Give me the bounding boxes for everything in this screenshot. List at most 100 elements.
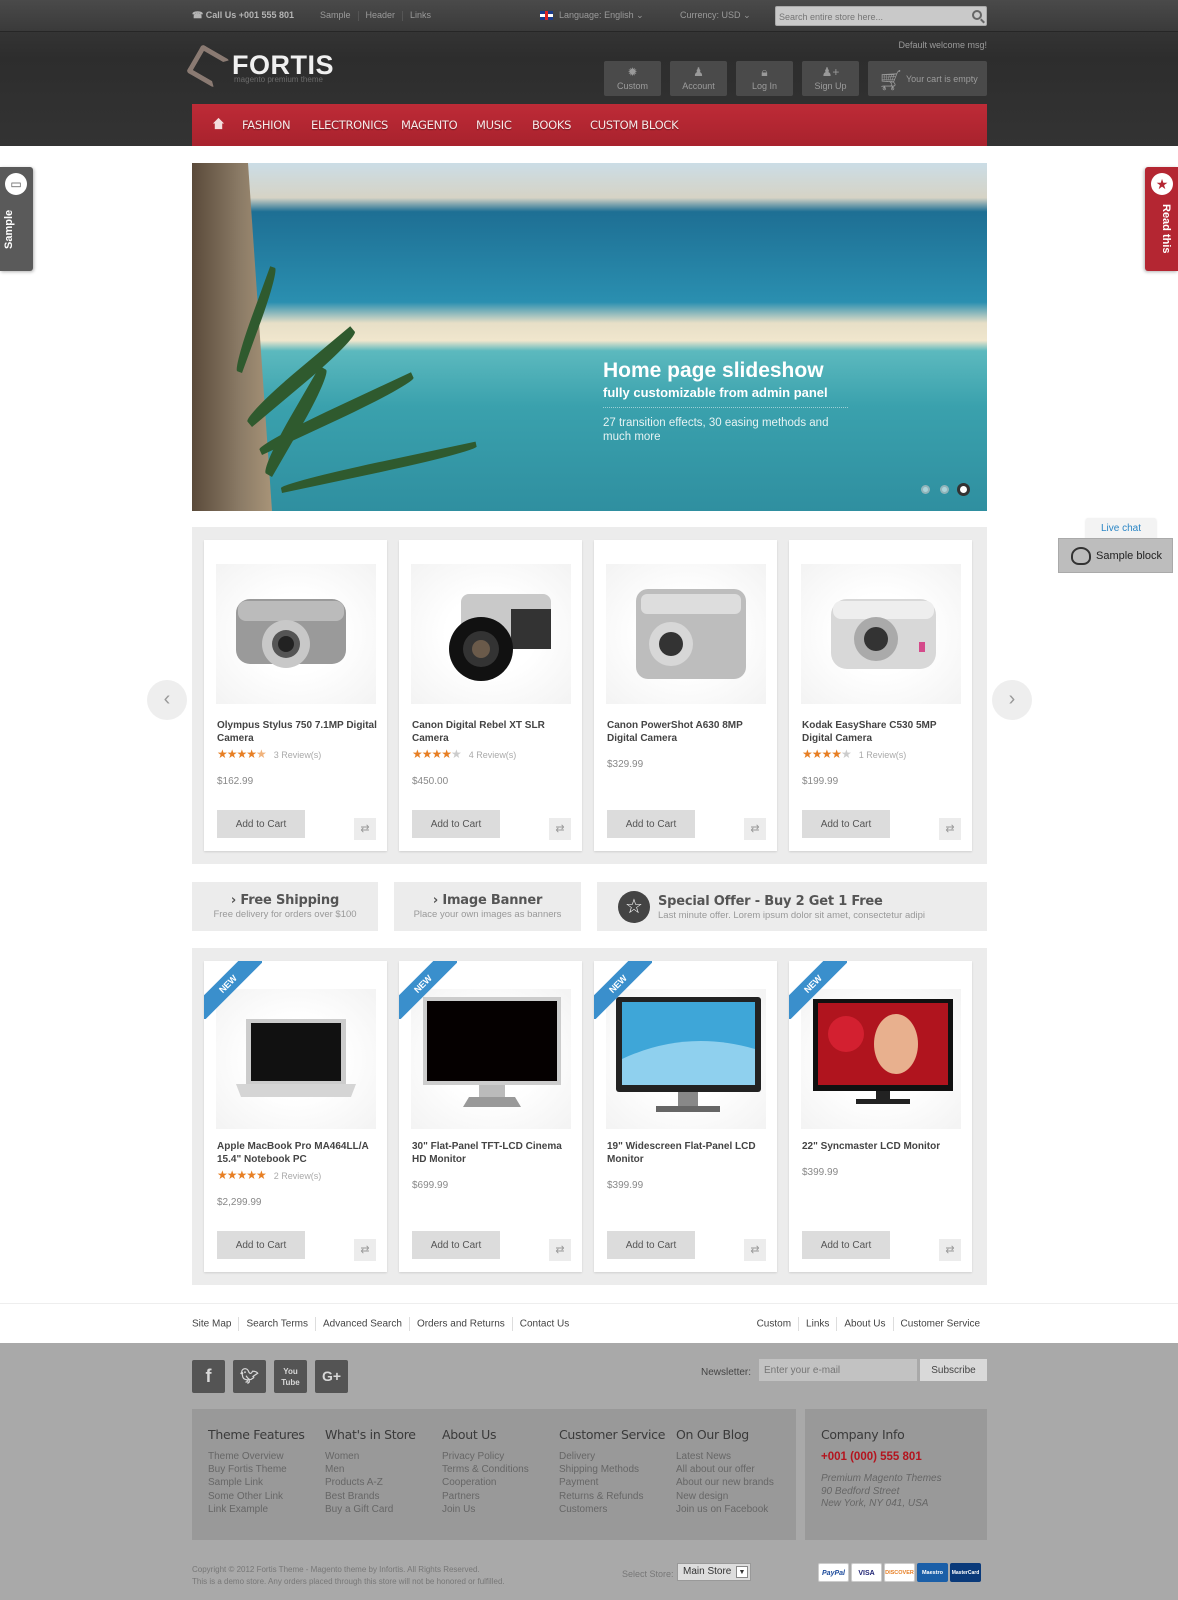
next-arrow-icon[interactable]: › xyxy=(992,680,1032,720)
sample-block-chat[interactable]: Sample block xyxy=(1058,538,1173,573)
sample-side-tab[interactable]: ▭ Sample xyxy=(0,167,33,271)
add-to-cart-button[interactable]: Add to Cart xyxy=(607,810,695,838)
language-value[interactable]: English xyxy=(604,10,634,20)
compare-icon[interactable]: ⇄ xyxy=(744,818,766,840)
logo[interactable]: FORTIS magento premium theme xyxy=(186,44,342,88)
add-to-cart-button[interactable]: Add to Cart xyxy=(217,1231,305,1259)
nav-item-music[interactable]: MUSIC xyxy=(476,118,512,132)
compare-icon[interactable]: ⇄ xyxy=(939,1239,961,1261)
google-plus-icon[interactable]: G+ xyxy=(315,1360,348,1393)
copyright: Copyright © 2012 Fortis Theme - Magento … xyxy=(192,1565,505,1586)
banner-special-offer[interactable]: ☆ Special Offer - Buy 2 Get 1 Free Last … xyxy=(597,882,987,931)
footer-link-contact-us[interactable]: Contact Us xyxy=(520,1319,569,1330)
facebook-icon[interactable]: f xyxy=(192,1360,225,1393)
prev-arrow-icon[interactable]: ‹ xyxy=(147,680,187,720)
compare-icon[interactable]: ⇄ xyxy=(939,818,961,840)
search-input[interactable] xyxy=(776,8,966,26)
product-card[interactable]: NEW Apple MacBook Pro MA464LL/A 15.4" No… xyxy=(204,961,387,1272)
slide-divider xyxy=(603,407,848,408)
nav-item-fashion[interactable]: FASHION xyxy=(242,118,291,132)
add-to-cart-button[interactable]: Add to Cart xyxy=(802,810,890,838)
banner-free-shipping[interactable]: › Free Shipping Free delivery for orders… xyxy=(192,882,378,931)
product-card[interactable]: Kodak EasyShare C530 5MP Digital Camera … xyxy=(789,540,972,851)
login-button[interactable]: 🔒︎ Log In xyxy=(736,61,793,96)
user-icon: ♟ xyxy=(693,65,704,79)
footer: f 🐦︎ You Tube G+ Newsletter: Subscribe T… xyxy=(0,1343,1178,1600)
product-image[interactable] xyxy=(411,564,571,704)
maestro-icon: Maestro xyxy=(917,1563,948,1582)
product-card[interactable]: Canon PowerShot A630 8MP Digital Camera … xyxy=(594,540,777,851)
footer-link-advanced-search[interactable]: Advanced Search xyxy=(323,1319,402,1330)
custom-button[interactable]: ✹ Custom xyxy=(604,61,661,96)
add-to-cart-button[interactable]: Add to Cart xyxy=(607,1231,695,1259)
home-icon[interactable] xyxy=(212,117,225,130)
currency-value[interactable]: USD xyxy=(722,10,741,20)
subscribe-button[interactable]: Subscribe xyxy=(920,1359,987,1381)
footer-link-search-terms[interactable]: Search Terms xyxy=(246,1319,308,1330)
banner-image[interactable]: › Image Banner Place your own images as … xyxy=(394,882,581,931)
search-icon[interactable] xyxy=(972,10,982,20)
footer-link-site-map[interactable]: Site Map xyxy=(192,1319,231,1330)
product-image[interactable] xyxy=(606,564,766,704)
footer-column: On Our Blog Latest News All about our of… xyxy=(676,1427,774,1515)
product-card[interactable]: NEW 19" Widescreen Flat-Panel LCD Monito… xyxy=(594,961,777,1272)
product-price: $399.99 xyxy=(607,1180,644,1191)
store-select[interactable]: Main Store ▼ xyxy=(677,1563,751,1581)
compare-icon[interactable]: ⇄ xyxy=(354,818,376,840)
nav-item-electronics[interactable]: ELECTRONICS xyxy=(311,118,388,132)
nav-item-books[interactable]: BOOKS xyxy=(532,118,571,132)
footer-link-customer-service[interactable]: Customer Service xyxy=(901,1319,980,1330)
slide-dot-3[interactable] xyxy=(957,483,970,496)
store-select-label: Select Store: xyxy=(622,1569,674,1579)
language-switcher[interactable]: Language: English ⌄ xyxy=(540,10,644,21)
top-link-header[interactable]: Header xyxy=(366,10,396,20)
add-to-cart-button[interactable]: Add to Cart xyxy=(412,1231,500,1259)
add-to-cart-button[interactable]: Add to Cart xyxy=(412,810,500,838)
top-link-sample[interactable]: Sample xyxy=(320,10,351,20)
product-card[interactable]: NEW 22" Syncmaster LCD Monitor $399.99 A… xyxy=(789,961,972,1272)
product-card[interactable]: Canon Digital Rebel XT SLR Camera ★★★★★ 4… xyxy=(399,540,582,851)
top-link-links[interactable]: Links xyxy=(410,10,431,20)
live-chat-bubble[interactable]: Live chat xyxy=(1086,518,1156,545)
product-card[interactable]: Olympus Stylus 750 7.1MP Digital Camera … xyxy=(204,540,387,851)
compare-icon[interactable]: ⇄ xyxy=(744,1239,766,1261)
signup-button[interactable]: ♟+ Sign Up xyxy=(802,61,859,96)
product-name[interactable]: 30" Flat-Panel TFT-LCD Cinema HD Monitor xyxy=(412,1141,577,1166)
read-this-side-tab[interactable]: ★ Read this xyxy=(1145,167,1178,271)
product-name[interactable]: Olympus Stylus 750 7.1MP Digital Camera xyxy=(217,720,382,745)
compare-icon[interactable]: ⇄ xyxy=(549,818,571,840)
newsletter-email-input[interactable] xyxy=(759,1359,917,1381)
product-card[interactable]: NEW 30" Flat-Panel TFT-LCD Cinema HD Mon… xyxy=(399,961,582,1272)
footer-links-left: Site Map Search Terms Advanced Search Order… xyxy=(192,1317,569,1331)
product-name[interactable]: Apple MacBook Pro MA464LL/A 15.4" Notebo… xyxy=(217,1141,382,1166)
twitter-icon[interactable]: 🐦︎ xyxy=(233,1360,266,1393)
compare-icon[interactable]: ⇄ xyxy=(549,1239,571,1261)
product-name[interactable]: 19" Widescreen Flat-Panel LCD Monitor xyxy=(607,1141,772,1166)
currency-switcher[interactable]: Currency: USD ⌄ xyxy=(680,10,751,21)
product-name[interactable]: Canon Digital Rebel XT SLR Camera xyxy=(412,720,577,745)
product-name[interactable]: Kodak EasyShare C530 5MP Digital Camera xyxy=(802,720,967,745)
slide-dot-2[interactable] xyxy=(940,485,949,494)
product-name[interactable]: 22" Syncmaster LCD Monitor xyxy=(802,1141,967,1154)
product-image[interactable] xyxy=(801,564,961,704)
add-to-cart-button[interactable]: Add to Cart xyxy=(802,1231,890,1259)
product-price: $2,299.99 xyxy=(217,1197,262,1208)
footer-link-links[interactable]: Links xyxy=(806,1319,829,1330)
cart-button[interactable]: 🛒︎ Your cart is empty xyxy=(868,61,987,96)
headset-icon xyxy=(1071,547,1091,565)
visa-icon: VISA xyxy=(851,1563,882,1582)
add-to-cart-button[interactable]: Add to Cart xyxy=(217,810,305,838)
home-slideshow[interactable]: Home page slideshow fully customizable f… xyxy=(192,163,987,511)
nav-item-custom-block[interactable]: CUSTOM BLOCK xyxy=(590,118,679,132)
product-image[interactable] xyxy=(216,564,376,704)
nav-item-magento[interactable]: MAGENTO xyxy=(401,118,458,132)
slide-dot-1[interactable] xyxy=(921,485,930,494)
account-button[interactable]: ♟ Account xyxy=(670,61,727,96)
footer-link-custom[interactable]: Custom xyxy=(757,1319,791,1330)
user-plus-icon: ♟+ xyxy=(821,65,840,79)
compare-icon[interactable]: ⇄ xyxy=(354,1239,376,1261)
product-name[interactable]: Canon PowerShot A630 8MP Digital Camera xyxy=(607,720,772,745)
youtube-icon[interactable]: You Tube xyxy=(274,1360,307,1393)
footer-link-orders-returns[interactable]: Orders and Returns xyxy=(417,1319,505,1330)
footer-link-about-us[interactable]: About Us xyxy=(844,1319,885,1330)
